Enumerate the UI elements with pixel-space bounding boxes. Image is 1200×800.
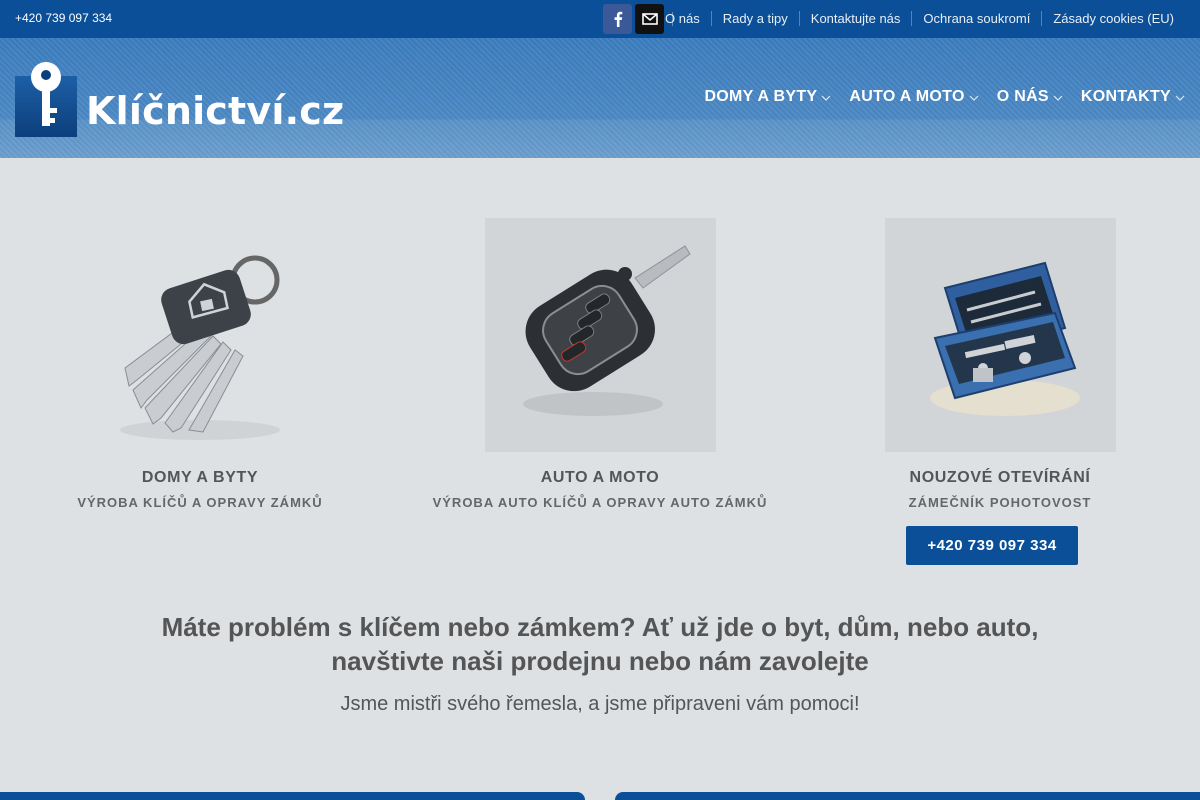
top-link-zasady-cookies[interactable]: Zásady cookies (EU) <box>1041 11 1185 26</box>
call-emergency-button[interactable]: +420 739 097 334 <box>906 526 1078 565</box>
category-domy-a-byty: DOMY A BYTY VÝROBA KLÍČŮ A OPRAVY ZÁMKŮ <box>20 218 380 510</box>
category-nouzove-otevirani: NOUZOVÉ OTEVÍRÁNÍ ZÁMEČNÍK POHOTOVOST <box>820 218 1180 510</box>
category-title[interactable]: DOMY A BYTY <box>20 469 380 487</box>
top-phone-number[interactable]: +420 739 097 334 <box>15 11 112 25</box>
category-subtitle: ZÁMEČNÍK POHOTOVOST <box>908 495 1092 510</box>
top-link-o-nas[interactable]: O nás <box>654 11 711 26</box>
category-title[interactable]: AUTO A MOTO <box>420 469 780 487</box>
category-title[interactable]: NOUZOVÉ OTEVÍRÁNÍ <box>820 469 1180 487</box>
bottom-bar-right <box>615 792 1200 800</box>
nav-item-auto-a-moto[interactable]: AUTO A MOTO <box>849 88 979 106</box>
main-nav: DOMY A BYTY AUTO A MOTO O NÁS KONTAKTY <box>686 88 1185 106</box>
category-subtitle: VÝROBA KLÍČŮ A OPRAVY ZÁMKŮ <box>77 495 323 510</box>
main-subline: Jsme mistři svého řemesla, a jsme připra… <box>340 693 860 715</box>
nav-item-label: DOMY A BYTY <box>704 88 818 105</box>
logo-text: Klíčnictví.cz <box>86 89 345 133</box>
top-link-ochrana-soukromi[interactable]: Ochrana soukromí <box>911 11 1041 26</box>
facebook-icon[interactable] <box>603 4 632 34</box>
nav-item-kontakty[interactable]: KONTAKTY <box>1081 88 1185 106</box>
nav-item-label: O NÁS <box>996 88 1049 105</box>
headline-line-2: navštivte naši prodejnu nebo nám zavolej… <box>331 646 869 676</box>
top-link-rady-a-tipy[interactable]: Rady a tipy <box>710 11 799 26</box>
headline-line-1: Máte problém s klíčem nebo zámkem? Ať už… <box>161 612 1039 642</box>
chevron-down-icon <box>821 88 831 106</box>
nav-item-label: KONTAKTY <box>1080 88 1171 105</box>
key-logo-icon <box>15 58 77 137</box>
main-header: Klíčnictví.cz DOMY A BYTY AUTO A MOTO O … <box>0 38 1200 158</box>
toolbox-image[interactable] <box>884 218 1116 452</box>
chevron-down-icon <box>1053 88 1063 106</box>
site-logo[interactable]: Klíčnictví.cz <box>15 58 344 137</box>
top-links: O nás Rady a tipy Kontaktujte nás Ochran… <box>654 11 1185 26</box>
house-keys-image[interactable] <box>85 218 316 452</box>
main-headline: Máte problém s klíčem nebo zámkem? Ať už… <box>0 610 1200 678</box>
category-auto-a-moto: AUTO A MOTO VÝROBA AUTO KLÍČŮ A OPRAVY A… <box>420 218 780 510</box>
top-link-kontaktujte-nas[interactable]: Kontaktujte nás <box>798 11 912 26</box>
nav-item-o-nas[interactable]: O NÁS <box>997 88 1063 106</box>
bottom-bar-left <box>0 792 585 800</box>
chevron-down-icon <box>969 88 979 106</box>
nav-item-label: AUTO A MOTO <box>849 88 965 105</box>
category-subtitle: VÝROBA AUTO KLÍČŮ A OPRAVY AUTO ZÁMKŮ <box>432 495 768 510</box>
car-key-image[interactable] <box>484 218 716 452</box>
nav-item-domy-a-byty[interactable]: DOMY A BYTY <box>704 88 831 106</box>
top-bar: +420 739 097 334 O nás Rady a tipy Konta… <box>0 0 1200 38</box>
chevron-down-icon <box>1175 88 1185 106</box>
